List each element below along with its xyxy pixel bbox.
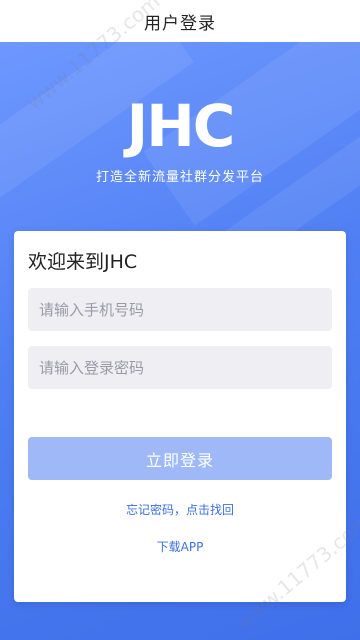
password-input[interactable] bbox=[28, 346, 332, 389]
welcome-heading: 欢迎来到JHC bbox=[28, 251, 138, 273]
phone-input[interactable] bbox=[28, 288, 332, 331]
brand-slogan: 打造全新流量社群分发平台 bbox=[95, 170, 264, 185]
login-card: 欢迎来到JHC 立即登录 忘记密码，点击找回 下载APP bbox=[14, 231, 346, 602]
forgot-password-link[interactable]: 忘记密码，点击找回 bbox=[14, 501, 346, 518]
top-bar: 用户登录 bbox=[0, 0, 360, 42]
download-app-link[interactable]: 下载APP bbox=[14, 538, 346, 555]
page-title: 用户登录 bbox=[144, 13, 216, 34]
brand-logo: JHC bbox=[126, 92, 236, 160]
login-button[interactable]: 立即登录 bbox=[28, 437, 332, 480]
